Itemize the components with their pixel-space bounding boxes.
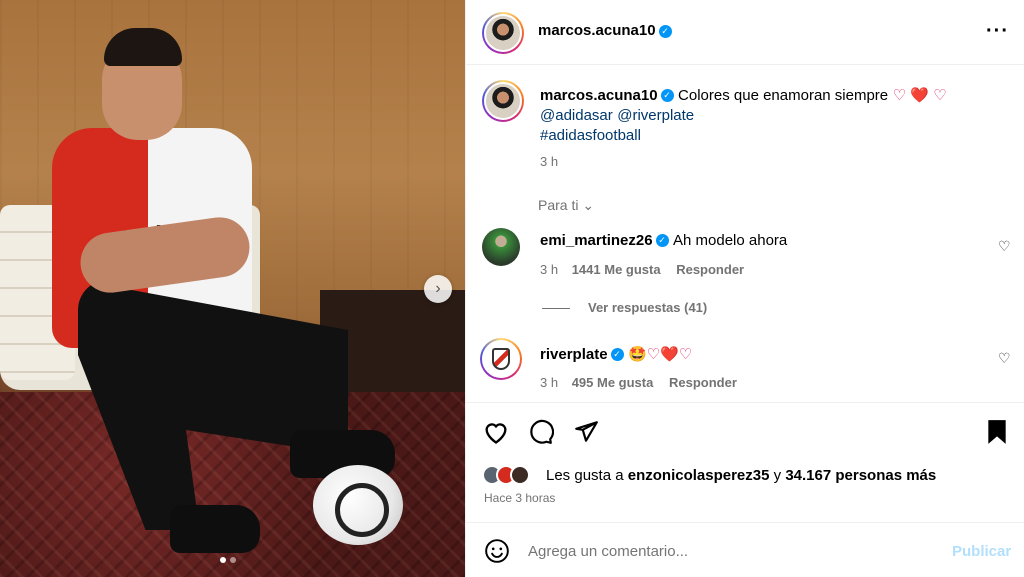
posted-ago: Hace 3 horas — [484, 491, 556, 505]
author-username[interactable]: marcos.acuna10 — [538, 22, 656, 39]
comment-sort-dropdown[interactable]: Para ti ⌄ — [538, 197, 594, 214]
verified-icon: ✓ — [658, 24, 672, 38]
mention-riverplate[interactable]: @riverplate — [617, 107, 694, 124]
shoe-left — [170, 505, 260, 553]
comment-likes[interactable]: 1441 Me gusta — [572, 262, 661, 277]
comment-username[interactable]: emi_martinez26 — [540, 232, 653, 249]
caption-username[interactable]: marcos.acuna10 — [540, 87, 658, 104]
comment-time: 3 h — [540, 375, 559, 390]
comment-username[interactable]: riverplate — [540, 346, 608, 363]
liker-username[interactable]: enzonicolasperez35 — [628, 467, 770, 484]
comment-meta: 3 h 1441 Me gusta Responder — [540, 262, 744, 277]
caption-emojis: ♡ ❤️ ♡ — [892, 87, 947, 104]
post-actions: Les gusta a enzonicolasperez35 y 34.167 … — [466, 402, 1024, 522]
chevron-down-icon: ⌄ — [582, 197, 595, 213]
view-replies-button[interactable]: Ver respuestas (41) — [542, 300, 707, 315]
likes-others[interactable]: 34.167 personas más — [785, 467, 936, 484]
verified-icon: ✓ — [660, 89, 674, 103]
comment-icon[interactable] — [528, 419, 554, 445]
caption-text: Colores que enamoran siempre — [678, 87, 889, 104]
comment-text: Ah modelo ahora — [673, 232, 788, 249]
caption: marcos.acuna10 ✓ Colores que enamoran sie… — [540, 86, 1000, 146]
likes-conjunction: y — [773, 467, 782, 484]
soccer-ball — [313, 465, 403, 545]
replies-divider — [542, 308, 570, 310]
riverplate-logo — [492, 348, 510, 370]
carousel-dots — [220, 557, 236, 563]
view-replies-label: Ver respuestas (41) — [588, 300, 708, 315]
liker-avatar — [510, 465, 530, 485]
comment-input-bar: Publicar — [466, 522, 1024, 577]
caption-time: 3 h — [540, 154, 559, 169]
bookmark-icon[interactable] — [986, 419, 1008, 445]
comment-row: emi_martinez26 ✓ Ah modelo ahora — [540, 232, 787, 250]
comment-row: riverplate ✓ 🤩♡❤️♡ — [540, 345, 692, 364]
post-panel: marcos.acuna10 ✓ ··· marcos.acuna10 ✓ Colo… — [465, 0, 1024, 577]
post-image[interactable]: codere › — [0, 0, 465, 577]
commenter-avatar[interactable] — [482, 228, 520, 266]
caption-avatar[interactable] — [482, 80, 524, 122]
comment-like-icon[interactable]: ♡ — [998, 238, 1011, 255]
publish-button[interactable]: Publicar — [952, 543, 1011, 560]
comment-time: 3 h — [540, 262, 559, 277]
comment-text: 🤩♡❤️♡ — [628, 346, 693, 363]
next-image-button[interactable]: › — [424, 275, 452, 303]
reply-button[interactable]: Responder — [676, 262, 744, 277]
more-options-icon[interactable]: ··· — [986, 20, 1009, 43]
hashtag-adidasfootball[interactable]: #adidasfootball — [540, 127, 641, 144]
mention-adidasar[interactable]: @adidasar — [540, 107, 613, 124]
comment-meta: 3 h 495 Me gusta Responder — [540, 375, 737, 390]
share-icon[interactable] — [573, 419, 599, 445]
comment-like-icon[interactable]: ♡ — [998, 350, 1011, 367]
carousel-dot-active — [220, 557, 226, 563]
sort-label: Para ti — [538, 197, 579, 213]
reply-button[interactable]: Responder — [669, 375, 737, 390]
like-icon[interactable] — [482, 419, 510, 445]
post-header: marcos.acuna10 ✓ ··· — [466, 0, 1024, 65]
verified-icon: ✓ — [655, 234, 669, 248]
verified-icon: ✓ — [610, 348, 624, 362]
likes-summary: Les gusta a enzonicolasperez35 y 34.167 … — [546, 467, 936, 484]
chevron-right-icon: › — [435, 280, 441, 297]
emoji-icon[interactable] — [484, 538, 510, 564]
carousel-dot — [230, 557, 236, 563]
riverplate-avatar[interactable] — [480, 338, 522, 380]
comment-input[interactable] — [528, 540, 928, 562]
likes-prefix: Les gusta a — [546, 467, 624, 484]
author-avatar[interactable] — [482, 12, 524, 54]
comment-likes[interactable]: 495 Me gusta — [572, 375, 654, 390]
